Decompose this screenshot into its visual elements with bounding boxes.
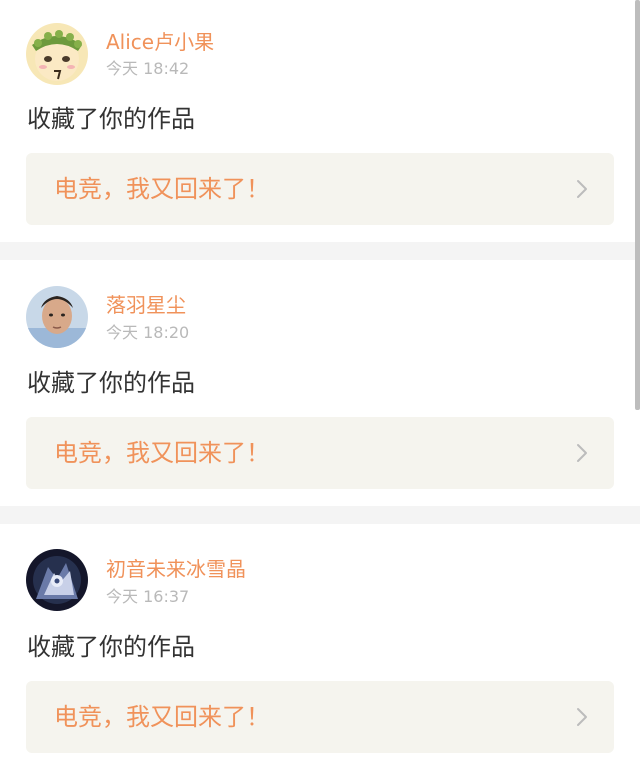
avatar-dark-anime-character-icon — [26, 549, 88, 611]
username[interactable]: 落羽星尘 — [106, 293, 186, 317]
avatar[interactable] — [26, 23, 88, 85]
timestamp: 今天 18:20 — [106, 323, 190, 342]
work-title: 电竞，我又回来了！ — [54, 439, 270, 467]
action-text: 收藏了你的作品 — [27, 369, 195, 397]
avatar-anime-girl-wreath-icon — [26, 23, 88, 85]
notification-feed: Alice卢小果 今天 18:42 收藏了你的作品 电竞，我又回来了！ 落羽星尘… — [0, 0, 640, 771]
chevron-right-icon — [576, 707, 588, 727]
avatar-photo-person-icon — [26, 286, 88, 348]
action-text: 收藏了你的作品 — [27, 105, 195, 133]
avatar[interactable] — [26, 549, 88, 611]
work-link[interactable]: 电竞，我又回来了！ — [26, 153, 614, 225]
work-link[interactable]: 电竞，我又回来了！ — [26, 681, 614, 753]
avatar[interactable] — [26, 286, 88, 348]
scrollbar[interactable] — [635, 0, 640, 410]
work-link[interactable]: 电竞，我又回来了！ — [26, 417, 614, 489]
username[interactable]: 初音未来冰雪晶 — [106, 557, 246, 581]
work-title: 电竞，我又回来了！ — [54, 175, 270, 203]
notification-card: 初音未来冰雪晶 今天 16:37 收藏了你的作品 电竞，我又回来了！ — [0, 524, 640, 771]
timestamp: 今天 18:42 — [106, 59, 190, 78]
action-text: 收藏了你的作品 — [27, 633, 195, 661]
username[interactable]: Alice卢小果 — [106, 30, 214, 54]
chevron-right-icon — [576, 443, 588, 463]
chevron-right-icon — [576, 179, 588, 199]
timestamp: 今天 16:37 — [106, 587, 190, 606]
work-title: 电竞，我又回来了！ — [54, 703, 270, 731]
notification-card: 落羽星尘 今天 18:20 收藏了你的作品 电竞，我又回来了！ — [0, 260, 640, 506]
notification-card: Alice卢小果 今天 18:42 收藏了你的作品 电竞，我又回来了！ — [0, 0, 640, 242]
